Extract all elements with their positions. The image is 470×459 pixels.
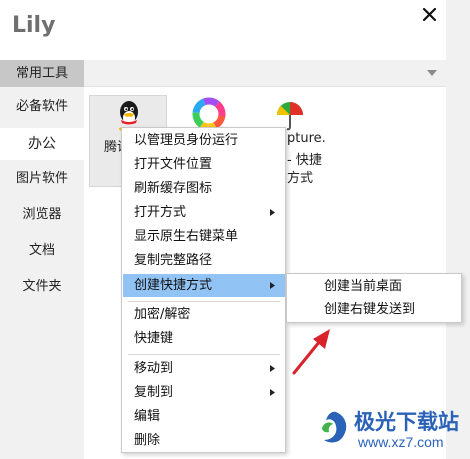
app-title: Lily [12, 13, 56, 38]
watermark: 极光下载站 www.xz7.com [318, 402, 464, 454]
menu-item-copy-to[interactable]: 复制到 [123, 381, 285, 404]
annotation-arrow-icon [292, 329, 330, 375]
menu-item-move-to[interactable]: 移动到 [123, 357, 285, 380]
submenu-item-create-desktop[interactable]: 创建当前桌面 [288, 275, 460, 298]
close-icon [422, 7, 437, 22]
menu-item-encrypt-decrypt[interactable]: 加密/解密 [123, 303, 285, 326]
menu-item-open-with[interactable]: 打开方式 [123, 201, 285, 224]
watermark-text: 极光下载站 [354, 410, 459, 434]
menu-item-delete[interactable]: 删除 [123, 429, 285, 452]
menu-item-label: 编辑 [134, 409, 161, 424]
create-shortcut-submenu: 创建当前桌面 创建右键发送到 [286, 273, 462, 323]
sidebar-item-office[interactable]: 办公 [0, 128, 84, 160]
menu-item-copy-full-path[interactable]: 复制完整路径 [123, 249, 285, 272]
scrollbar-track[interactable] [446, 0, 470, 459]
sidebar-item-folders[interactable]: 文件夹 [0, 271, 84, 303]
menu-item-label: 刷新缓存图标 [134, 181, 213, 196]
chevron-right-icon [270, 282, 275, 289]
app-tile-label-line: - 快捷 [287, 153, 322, 168]
colorful-ring-icon [192, 97, 226, 131]
menu-item-label: 复制完整路径 [134, 253, 213, 268]
chevron-right-icon [270, 209, 275, 216]
menu-separator [128, 354, 280, 355]
menu-item-show-native-menu[interactable]: 显示原生右键菜单 [123, 225, 285, 248]
context-menu: 以管理员身份运行 打开文件位置 刷新缓存图标 打开方式 显示原生右键菜单 复制完… [121, 127, 286, 453]
watermark-logo-icon [322, 411, 347, 443]
umbrella-capture-icon [277, 102, 303, 131]
watermark-url: www.xz7.com [358, 434, 444, 450]
app-tile-label-line: pture. [287, 131, 326, 146]
chevron-down-icon[interactable] [426, 69, 438, 77]
menu-item-label: 删除 [134, 433, 161, 448]
sidebar-item-essential[interactable]: 必备软件 [0, 91, 84, 123]
menu-item-edit[interactable]: 编辑 [123, 405, 285, 428]
close-button[interactable] [419, 4, 441, 26]
chevron-right-icon [270, 389, 275, 396]
menu-item-create-shortcut[interactable]: 创建快捷方式 [123, 274, 285, 297]
sidebar-group-header[interactable]: 常用工具 [0, 60, 84, 87]
category-header-bar [84, 60, 446, 87]
menu-item-label: 创建快捷方式 [134, 278, 213, 293]
sidebar: 常用工具 必备软件 办公 图片软件 浏览器 文档 文件夹 [0, 60, 84, 459]
menu-item-label: 显示原生右键菜单 [134, 229, 239, 244]
submenu-item-create-send-to[interactable]: 创建右键发送到 [288, 298, 460, 321]
menu-separator [128, 301, 280, 302]
menu-item-label: 打开文件位置 [134, 157, 213, 172]
menu-item-label: 打开方式 [134, 205, 187, 220]
chevron-right-icon [270, 365, 275, 372]
sidebar-item-documents[interactable]: 文档 [0, 235, 84, 267]
menu-item-refresh-icon-cache[interactable]: 刷新缓存图标 [123, 177, 285, 200]
menu-item-label: 加密/解密 [134, 307, 191, 322]
menu-item-label: 快捷键 [134, 331, 174, 346]
sidebar-item-browser[interactable]: 浏览器 [0, 199, 84, 231]
menu-item-label: 移动到 [134, 361, 174, 376]
menu-item-open-file-location[interactable]: 打开文件位置 [123, 153, 285, 176]
menu-item-hotkey[interactable]: 快捷键 [123, 327, 285, 350]
menu-item-run-as-admin[interactable]: 以管理员身份运行 [123, 129, 285, 152]
app-tile-label-line: 方式 [287, 171, 314, 186]
sidebar-item-image-software[interactable]: 图片软件 [0, 163, 84, 195]
menu-item-label: 以管理员身份运行 [134, 133, 239, 148]
menu-item-label: 复制到 [134, 385, 174, 400]
